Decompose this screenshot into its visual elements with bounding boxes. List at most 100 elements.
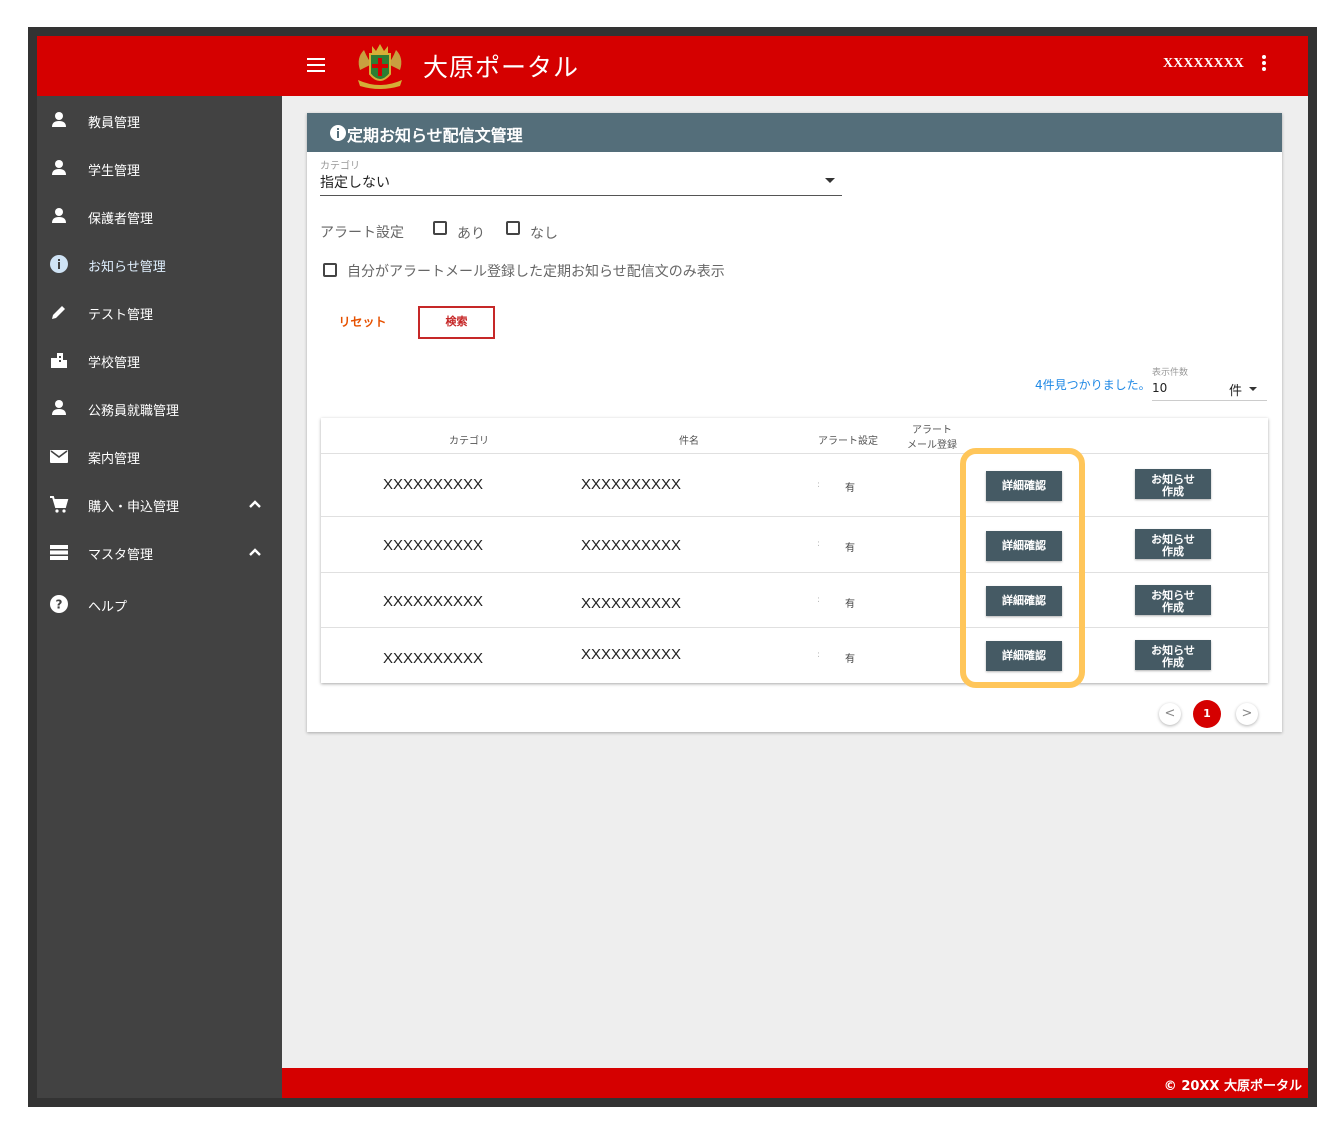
sidebar-item-teachers[interactable]: 教員管理 [37, 100, 282, 140]
create-notice-button[interactable]: お知らせ 作成 [1135, 469, 1211, 499]
table-row: XXXXXXXXXX XXXXXXXXXX : 有 詳細確認 お知らせ 作成 [321, 627, 1268, 683]
create-notice-line1: お知らせ [1151, 644, 1195, 657]
create-notice-line1: お知らせ [1151, 473, 1195, 486]
user-name[interactable]: XXXXXXXX [1163, 56, 1244, 72]
select-underline [320, 195, 842, 196]
footer: © 20XX 大原ポータル [282, 1068, 1308, 1098]
only-mine-label: 自分がアラートメール登録した定期お知らせ配信文のみ表示 [347, 264, 725, 280]
table-row: XXXXXXXXXX XXXXXXXXXX : 有 詳細確認 お知らせ 作成 [321, 453, 1268, 516]
sidebar-item-label: 教員管理 [88, 116, 141, 131]
pagination-current[interactable]: 1 [1193, 700, 1221, 728]
row-separator: : [817, 480, 821, 490]
row-category: XXXXXXXXXX [383, 476, 484, 493]
alert-yes-checkbox[interactable] [433, 221, 447, 235]
detail-button[interactable]: 詳細確認 [986, 471, 1062, 501]
create-notice-button[interactable]: お知らせ 作成 [1135, 529, 1211, 559]
sidebar-item-purchase[interactable]: 購入・申込管理 [37, 484, 282, 524]
sidebar-item-students[interactable]: 学生管理 [37, 148, 282, 188]
per-page-unit: 件 [1229, 384, 1243, 399]
header-alert-mail: アラート メール登録 [907, 421, 957, 451]
result-count: 4件見つかりました。 [1035, 378, 1151, 392]
pagination-prev[interactable]: < [1159, 703, 1181, 725]
per-page-underline [1152, 400, 1267, 401]
search-button[interactable]: 検索 [418, 306, 495, 339]
only-mine-checkbox[interactable] [323, 263, 337, 277]
cart-icon [50, 496, 69, 513]
person-icon [52, 400, 66, 415]
table-row: XXXXXXXXXX XXXXXXXXXX : 有 詳細確認 お知らせ 作成 [321, 516, 1268, 572]
chevron-up-icon[interactable] [245, 494, 265, 514]
detail-button[interactable]: 詳細確認 [986, 641, 1062, 671]
sidebar-item-label: 学校管理 [88, 356, 141, 371]
crest-logo-icon [358, 44, 402, 89]
sidebar-item-civil-service[interactable]: 公務員就職管理 [37, 388, 282, 428]
sidebar-item-label: マスタ管理 [88, 548, 154, 563]
dropdown-arrow-icon[interactable] [825, 178, 835, 183]
sidebar-item-help[interactable]: ? ヘルプ [37, 584, 282, 624]
alert-no-label: なし [530, 226, 558, 242]
sidebar-item-label: 購入・申込管理 [88, 500, 180, 515]
chevron-up-icon[interactable] [245, 542, 265, 562]
list-icon [50, 545, 68, 560]
pagination-next[interactable]: > [1236, 703, 1258, 725]
page-title: 定期お知らせ配信文管理 [347, 126, 523, 145]
help-icon: ? [50, 595, 68, 613]
sidebar-item-label: 公務員就職管理 [88, 404, 180, 419]
sidebar-item-tests[interactable]: テスト管理 [37, 292, 282, 332]
sidebar-item-schools[interactable]: 学校管理 [37, 340, 282, 380]
header-alert-mail-line1: アラート [912, 425, 952, 436]
reset-button[interactable]: リセット [325, 311, 400, 333]
sidebar: 教員管理 学生管理 保護者管理 お知らせ管理 テスト管理 学校管理 公務員就職管… [37, 96, 282, 1098]
app-title: 大原ポータル [423, 53, 580, 82]
sidebar-item-master[interactable]: マスタ管理 [37, 532, 282, 572]
header-alert: アラート設定 [818, 436, 878, 447]
detail-button[interactable]: 詳細確認 [986, 531, 1062, 561]
row-alert: 有 [845, 483, 855, 494]
header-alert-mail-line2: メール登録 [907, 440, 957, 451]
sidebar-item-guardians[interactable]: 保護者管理 [37, 196, 282, 236]
app-window: 大原ポータル XXXXXXXX 教員管理 学生管理 保護者管理 お知らせ管理 テ… [37, 36, 1308, 1098]
row-alert: 有 [845, 599, 855, 610]
copyright: © 20XX 大原ポータル [1163, 1079, 1302, 1094]
detail-button[interactable]: 詳細確認 [986, 586, 1062, 616]
sidebar-item-label: 保護者管理 [88, 212, 154, 227]
category-select[interactable] [320, 157, 842, 197]
row-subject: XXXXXXXXXX [581, 595, 682, 612]
row-alert: 有 [845, 654, 855, 665]
card-header: 定期お知らせ配信文管理 [307, 113, 1282, 152]
info-icon [330, 125, 346, 141]
app-header: 大原ポータル XXXXXXXX [37, 36, 1308, 96]
sidebar-item-guidance[interactable]: 案内管理 [37, 436, 282, 476]
sidebar-item-label: ヘルプ [88, 600, 128, 615]
sidebar-item-label: お知らせ管理 [88, 260, 166, 275]
person-icon [52, 112, 66, 127]
svg-text:?: ? [56, 598, 63, 612]
row-alert: 有 [845, 543, 855, 554]
create-notice-button[interactable]: お知らせ 作成 [1135, 585, 1211, 615]
row-subject: XXXXXXXXXX [581, 537, 682, 554]
row-separator: : [817, 595, 821, 605]
pencil-icon [52, 306, 65, 319]
sidebar-item-notices[interactable]: お知らせ管理 [37, 244, 282, 284]
create-notice-line1: お知らせ [1151, 589, 1195, 602]
hamburger-menu-icon[interactable] [307, 54, 327, 76]
row-subject: XXXXXXXXXX [581, 646, 682, 663]
sidebar-item-label: 学生管理 [88, 164, 141, 179]
notice-management-card: 定期お知らせ配信文管理 カテゴリ 指定しない アラート設定 あり なし 自分がア… [307, 113, 1282, 732]
more-options-icon[interactable] [1255, 53, 1273, 77]
row-category: XXXXXXXXXX [383, 537, 484, 554]
building-icon [51, 353, 67, 368]
row-category: XXXXXXXXXX [383, 593, 484, 610]
create-notice-line2: 作成 [1162, 545, 1184, 558]
table-row: XXXXXXXXXX XXXXXXXXXX : 有 詳細確認 お知らせ 作成 [321, 572, 1268, 627]
create-notice-line2: 作成 [1162, 656, 1184, 669]
alert-no-checkbox[interactable] [506, 221, 520, 235]
create-notice-button[interactable]: お知らせ 作成 [1135, 640, 1211, 670]
sidebar-item-label: 案内管理 [88, 452, 141, 467]
notice-table: カテゴリ 件名 アラート設定 アラート メール登録 XXXXXXXXXX XXX… [321, 418, 1268, 683]
create-notice-line1: お知らせ [1151, 533, 1195, 546]
create-notice-line2: 作成 [1162, 485, 1184, 498]
dropdown-arrow-icon[interactable] [1249, 387, 1257, 391]
row-category: XXXXXXXXXX [383, 650, 484, 667]
mail-icon [50, 450, 68, 463]
